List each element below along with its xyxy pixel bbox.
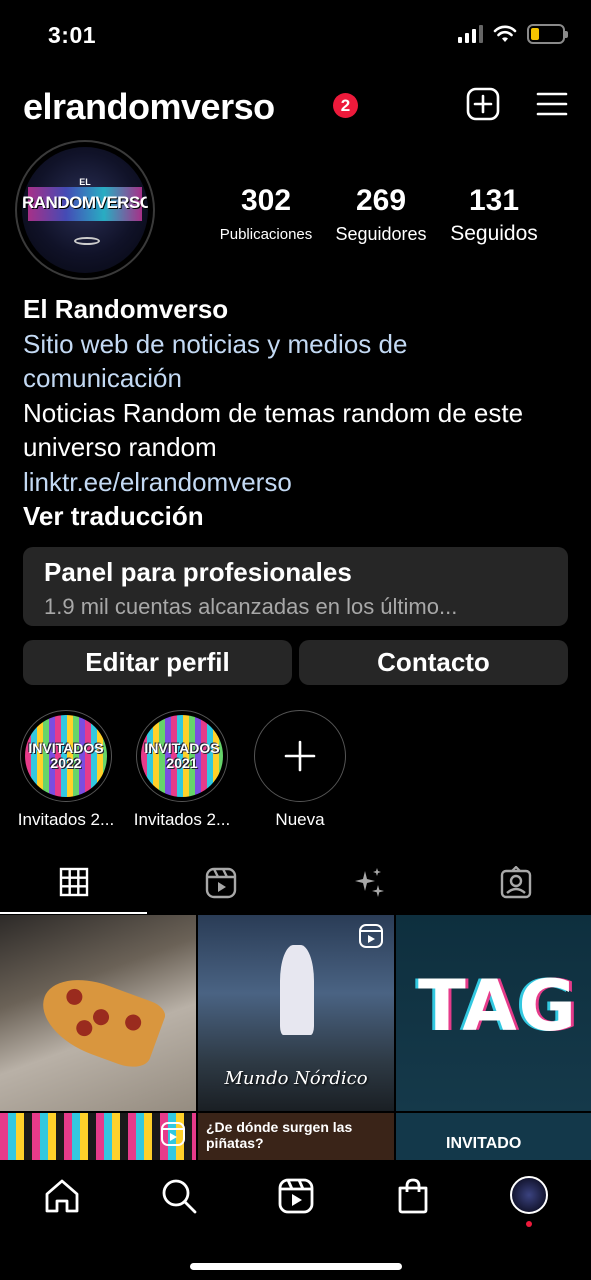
avatar-logo-text: RANDOMVERSO xyxy=(22,193,148,212)
pizza-image xyxy=(31,966,169,1074)
tagged-icon xyxy=(500,866,531,899)
add-content-button[interactable] xyxy=(465,86,501,122)
edit-profile-button[interactable]: Editar perfil xyxy=(23,640,292,685)
notification-badge[interactable]: 2 xyxy=(333,93,358,118)
dashboard-subtitle: 1.9 mil cuentas alcanzadas en los último… xyxy=(44,594,458,619)
avatar xyxy=(510,1176,548,1214)
stat-followers-count: 269 xyxy=(355,184,407,217)
profile-description: Noticias Random de temas random de este … xyxy=(23,397,524,463)
highlight-cover-text: INVITADOS 2021 xyxy=(144,740,220,771)
tab-effects[interactable] xyxy=(295,852,442,914)
post-title-text: ¿De dónde surgen las piñatas? xyxy=(206,1119,353,1151)
stat-following-count: 131 xyxy=(468,184,520,217)
post-invitado-text: INVITADO xyxy=(446,1135,522,1152)
profile-name: El Randomverso xyxy=(23,294,229,324)
tab-tagged[interactable] xyxy=(442,852,589,914)
grid-icon xyxy=(59,867,88,897)
profile-stats: 302 Publicaciones 269 Seguidores 131 Seg… xyxy=(205,184,575,254)
profile-header: elrandomverso 2 xyxy=(0,80,591,134)
stat-following-label: Seguidos xyxy=(450,222,538,245)
stat-posts-label: Publicaciones xyxy=(219,226,313,243)
post-thumbnail[interactable]: Mundo Nórdico xyxy=(198,915,394,1111)
sparkles-icon xyxy=(354,868,384,897)
stat-followers-label: Seguidores xyxy=(335,224,427,244)
tab-reels[interactable] xyxy=(147,852,294,914)
post-caption: Mundo Nórdico xyxy=(224,1068,368,1089)
tab-posts-grid[interactable] xyxy=(0,852,147,914)
post-thumbnail[interactable]: TAG xyxy=(396,915,591,1111)
posts-grid: Mundo Nórdico TAG ¿De dónde surgen las p… xyxy=(0,915,591,1165)
status-time: 3:01 xyxy=(48,22,97,48)
translate-link[interactable]: Ver traducción xyxy=(23,499,571,534)
plus-icon xyxy=(284,740,316,772)
notification-dot xyxy=(526,1221,532,1227)
stat-posts-count: 302 xyxy=(240,184,292,217)
wifi-icon xyxy=(493,25,517,42)
highlight-label: Nueva xyxy=(275,810,325,829)
stat-followers[interactable]: 269 Seguidores xyxy=(326,184,436,245)
shop-icon[interactable] xyxy=(393,1176,433,1216)
post-tag-text: TAG xyxy=(418,965,578,1047)
home-icon[interactable] xyxy=(42,1176,82,1216)
highlight-cover: INVITADOS 2022 xyxy=(25,715,107,797)
battery-icon xyxy=(527,24,568,44)
reel-indicator-icon xyxy=(161,1122,185,1146)
profile-category[interactable]: Sitio web de noticias y medios de comuni… xyxy=(23,327,571,396)
avatar-image: EL RANDOMVERSO xyxy=(22,147,148,273)
stat-following[interactable]: 131 Seguidos xyxy=(440,184,548,246)
profile-tabs xyxy=(0,852,591,914)
status-bar: 3:01 xyxy=(0,0,591,70)
post-thumbnail[interactable]: INVITADO xyxy=(396,1113,591,1165)
status-icons xyxy=(458,24,568,44)
professional-dashboard[interactable]: Panel para profesionales 1.9 mil cuentas… xyxy=(23,547,568,626)
reels-icon xyxy=(205,867,236,899)
stat-posts[interactable]: 302 Publicaciones xyxy=(210,184,322,243)
post-thumbnail[interactable]: ¿De dónde surgen las piñatas? xyxy=(198,1113,394,1165)
signal-icon xyxy=(458,25,483,43)
profile-avatar[interactable]: EL RANDOMVERSO xyxy=(15,140,155,280)
bottom-navigation xyxy=(0,1160,591,1280)
avatar-logo-small: EL xyxy=(79,177,91,187)
new-highlight-button[interactable]: Nueva xyxy=(245,710,355,830)
search-icon[interactable] xyxy=(159,1176,199,1216)
profile-link[interactable]: linktr.ee/elrandomverso xyxy=(23,465,571,500)
highlight-cover-text: INVITADOS 2022 xyxy=(28,740,104,771)
highlight-cover: INVITADOS 2021 xyxy=(141,715,223,797)
spaceship-graphic xyxy=(74,237,100,245)
contact-button[interactable]: Contacto xyxy=(299,640,568,685)
menu-button[interactable] xyxy=(534,86,570,122)
figure-image xyxy=(280,945,314,1035)
highlight-item[interactable]: INVITADOS 2021 Invitados 2... xyxy=(127,710,237,830)
profile-tab-avatar[interactable] xyxy=(510,1176,550,1216)
profile-bio: El Randomverso Sitio web de noticias y m… xyxy=(23,292,571,534)
highlight-label: Invitados 2... xyxy=(133,810,231,829)
highlight-item[interactable]: INVITADOS 2022 Invitados 2... xyxy=(11,710,121,830)
reels-icon[interactable] xyxy=(276,1176,316,1216)
post-thumbnail[interactable] xyxy=(0,915,196,1111)
username[interactable]: elrandomverso xyxy=(23,86,275,128)
post-thumbnail[interactable] xyxy=(0,1113,196,1165)
reel-indicator-icon xyxy=(359,924,383,948)
dashboard-title: Panel para profesionales xyxy=(44,557,352,587)
home-indicator xyxy=(190,1263,402,1270)
highlight-label: Invitados 2... xyxy=(17,810,115,829)
